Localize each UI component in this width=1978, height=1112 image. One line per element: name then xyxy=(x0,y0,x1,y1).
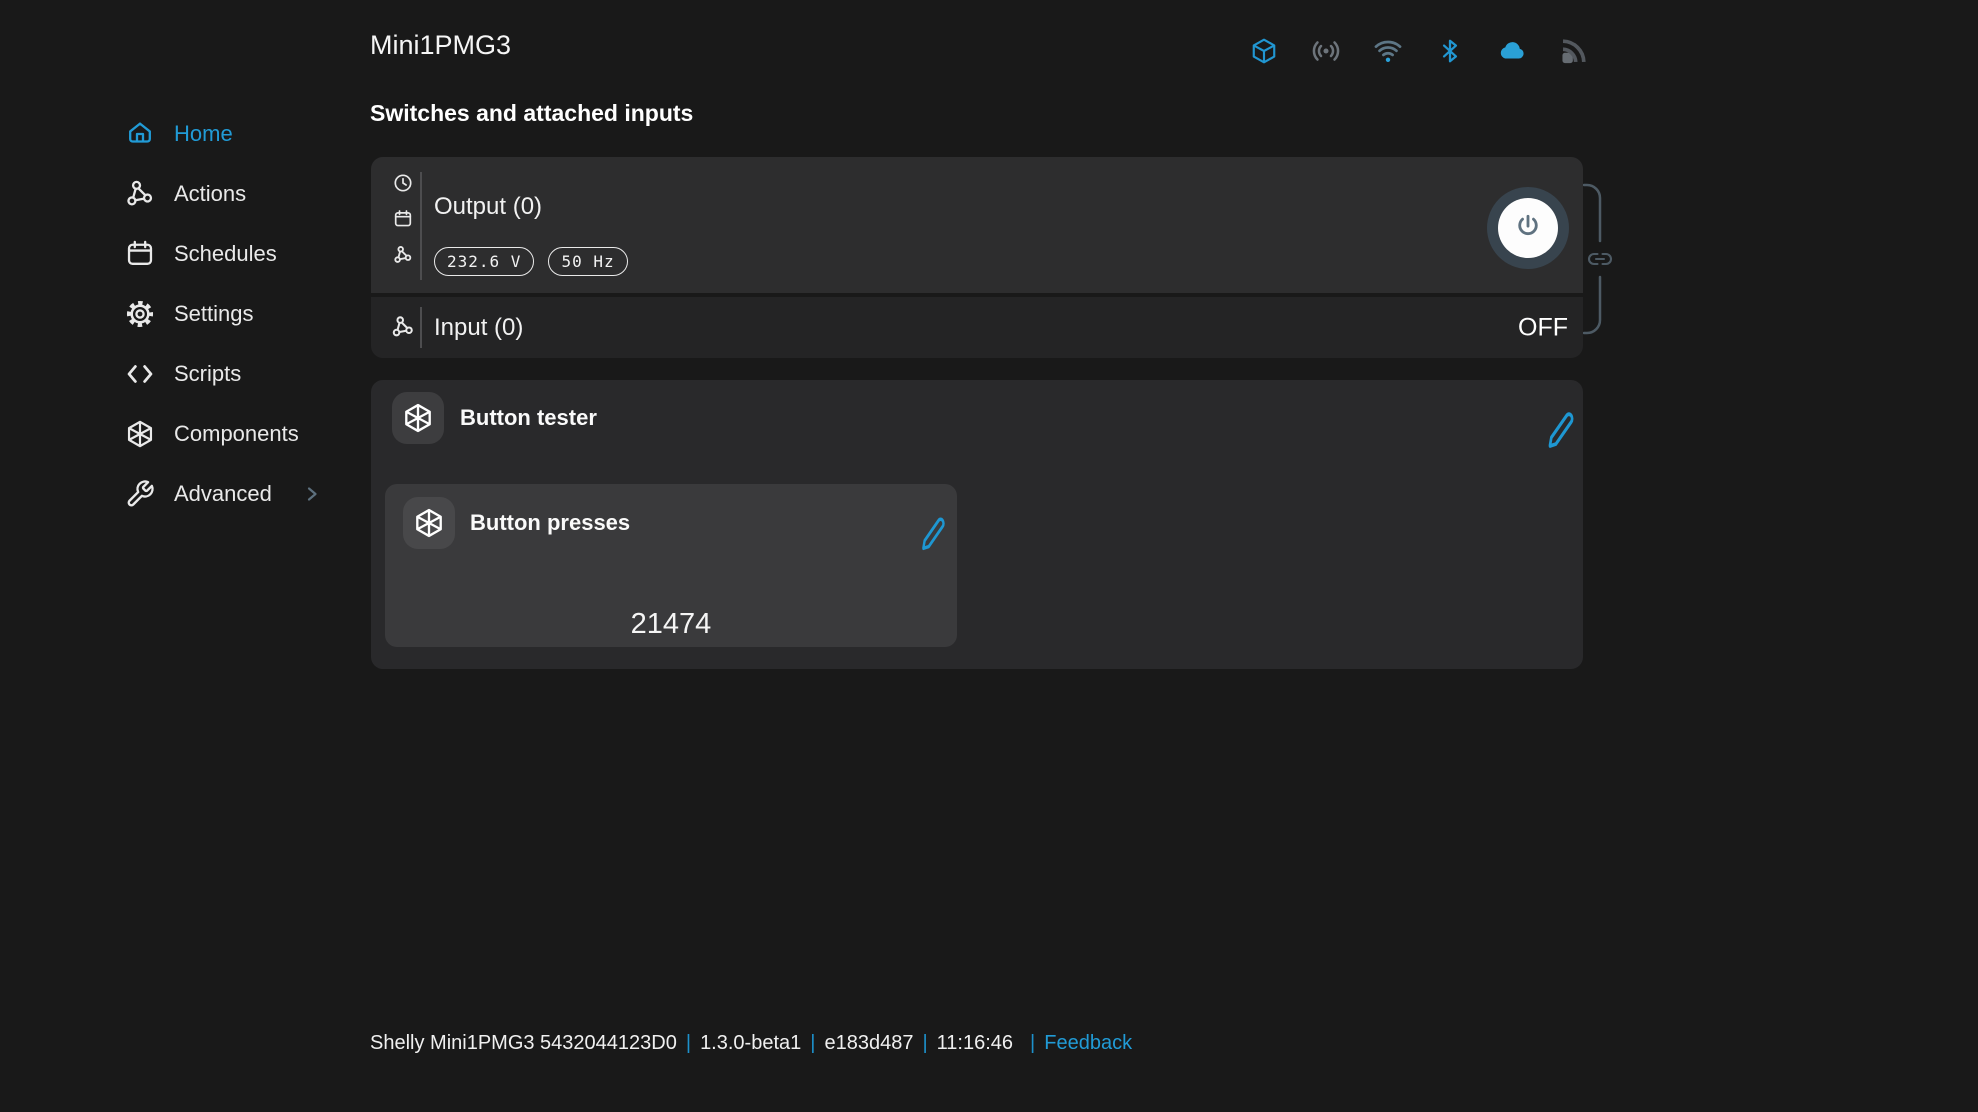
sidebar-item-components[interactable]: Components xyxy=(125,413,299,455)
edit-button-presses-button[interactable] xyxy=(918,510,947,552)
sidebar-item-label: Actions xyxy=(174,181,246,207)
sidebar-item-label: Components xyxy=(174,421,299,447)
button-tester-card: Button tester Button presses xyxy=(371,380,1583,669)
device-cube-icon xyxy=(1249,36,1279,66)
package-icon xyxy=(402,402,434,434)
edit-button-tester-button[interactable] xyxy=(1544,404,1576,450)
cloud-icon xyxy=(1497,36,1527,66)
broadcast-icon xyxy=(1311,36,1341,66)
sidebar-item-label: Advanced xyxy=(174,481,272,507)
input-state-value: OFF xyxy=(1518,313,1568,342)
mqtt-icon xyxy=(1559,36,1589,66)
footer-separator: | xyxy=(686,1032,691,1055)
footer-separator: | xyxy=(1030,1032,1035,1055)
link-icon xyxy=(1589,254,1611,264)
footer-device-id: Shelly Mini1PMG3 5432044123D0 xyxy=(370,1032,677,1055)
sidebar-item-label: Settings xyxy=(174,301,254,327)
package-icon xyxy=(413,507,445,539)
sidebar-item-label: Home xyxy=(174,121,233,147)
actions-icon xyxy=(125,179,155,209)
actions-icon xyxy=(393,245,413,265)
sidebar: Home Actions Schedules xyxy=(0,0,350,1112)
sidebar-item-schedules[interactable]: Schedules xyxy=(125,233,277,275)
sidebar-item-scripts[interactable]: Scripts xyxy=(125,353,241,395)
link-bracket xyxy=(1583,183,1629,335)
component-tile xyxy=(392,392,444,444)
shelly-device-page: Mini1PMG3 xyxy=(0,0,1978,1112)
voltage-badge: 232.6 V xyxy=(434,247,534,276)
component-tile xyxy=(403,497,455,549)
output-feature-icons xyxy=(393,173,413,265)
button-presses-card: Button presses 21474 xyxy=(385,484,957,647)
footer-firmware-version: 1.3.0-beta1 xyxy=(700,1032,801,1055)
gear-icon xyxy=(125,299,155,329)
wrench-icon xyxy=(125,479,155,509)
output-row: Output (0) 232.6 V 50 Hz xyxy=(371,157,1583,293)
power-icon xyxy=(1498,198,1558,258)
code-icon xyxy=(125,359,155,389)
bluetooth-icon xyxy=(1435,36,1465,66)
footer-separator: | xyxy=(922,1032,927,1055)
footer-time: 11:16:46 xyxy=(937,1032,1013,1055)
wifi-icon xyxy=(1373,36,1403,66)
input-row: Input (0) OFF xyxy=(371,297,1583,358)
sidebar-item-label: Schedules xyxy=(174,241,277,267)
home-icon xyxy=(125,119,155,149)
button-presses-title: Button presses xyxy=(470,497,630,549)
sidebar-item-advanced[interactable]: Advanced xyxy=(125,473,321,515)
sidebar-item-actions[interactable]: Actions xyxy=(125,173,246,215)
power-button[interactable] xyxy=(1487,187,1569,269)
frequency-badge: 50 Hz xyxy=(548,247,627,276)
switch-card: Output (0) 232.6 V 50 Hz xyxy=(371,157,1583,358)
sidebar-item-home[interactable]: Home xyxy=(125,113,233,155)
section-title: Switches and attached inputs xyxy=(370,100,693,127)
footer: Shelly Mini1PMG3 5432044123D0 | 1.3.0-be… xyxy=(370,1032,1132,1055)
footer-build-hash: e183d487 xyxy=(824,1032,913,1055)
page-title: Mini1PMG3 xyxy=(370,30,511,61)
output-title: Output (0) xyxy=(434,193,542,221)
button-presses-value: 21474 xyxy=(385,608,957,641)
actions-icon xyxy=(391,315,415,339)
chevron-right-icon xyxy=(303,485,321,503)
footer-separator: | xyxy=(810,1032,815,1055)
sidebar-item-settings[interactable]: Settings xyxy=(125,293,254,335)
divider xyxy=(420,172,422,280)
sidebar-item-label: Scripts xyxy=(174,361,241,387)
divider xyxy=(420,307,422,348)
button-tester-title: Button tester xyxy=(460,392,597,444)
calendar-icon xyxy=(125,239,155,269)
output-badges: 232.6 V 50 Hz xyxy=(434,247,628,276)
input-title: Input (0) xyxy=(434,314,523,342)
status-bar xyxy=(1249,36,1589,66)
clock-icon xyxy=(393,173,413,193)
calendar-icon xyxy=(393,209,413,229)
feedback-link[interactable]: Feedback xyxy=(1044,1032,1132,1055)
package-icon xyxy=(125,419,155,449)
